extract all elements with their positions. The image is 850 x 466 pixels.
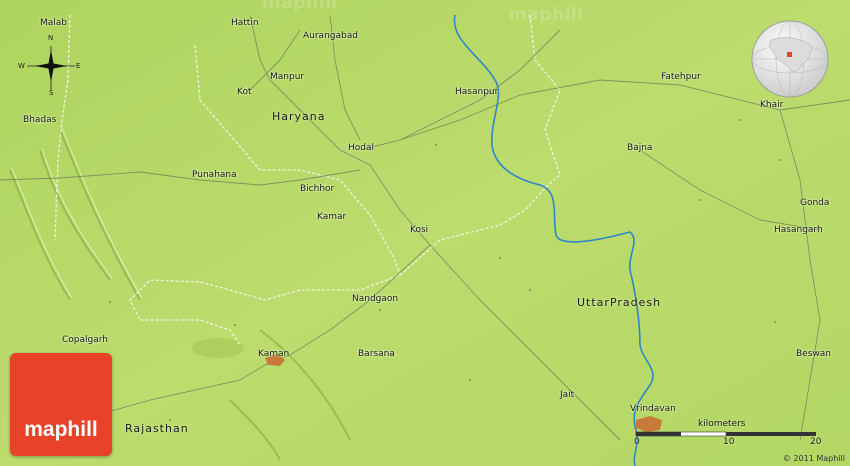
- place-label-gonda: Gonda: [800, 198, 830, 208]
- place-label-nandgaon: Nandgaon: [352, 294, 399, 304]
- copyright-notice: © 2011 Maphill: [782, 454, 845, 463]
- place-label-kaman: Kaman: [258, 349, 290, 359]
- region-label-uttar-pradesh: UttarPradesh: [577, 296, 662, 309]
- compass-south: S: [49, 89, 54, 97]
- compass-north: N: [48, 34, 54, 42]
- place-label-bajna: Bajna: [627, 143, 653, 153]
- place-label-bhadas: Bhadas: [23, 115, 57, 125]
- place-label-bichhor: Bichhor: [300, 184, 335, 194]
- compass-east: E: [76, 62, 81, 70]
- map-canvas[interactable]: maphill maphill Malab Hattin Aurangabad …: [0, 0, 850, 466]
- place-label-hasanpur: Hasanpur: [455, 87, 499, 97]
- place-label-hattin: Hattin: [231, 18, 259, 28]
- compass-rose: N S E W: [18, 35, 84, 97]
- scale-tick-20: 20: [810, 437, 822, 447]
- region-label-rajasthan: Rajasthan: [125, 422, 189, 435]
- place-label-manpur: Manpur: [270, 72, 305, 82]
- scale-bar: kilometers 0 10 20: [632, 420, 822, 450]
- place-label-aurangabad: Aurangabad: [303, 31, 358, 41]
- locator-globe: [750, 19, 830, 99]
- globe-icon: [751, 20, 829, 98]
- scale-tick-10: 10: [723, 437, 735, 447]
- compass-icon: [27, 46, 75, 90]
- place-label-barsana: Barsana: [358, 349, 395, 359]
- scale-unit: kilometers: [698, 419, 746, 429]
- watermark: maphill: [262, 0, 338, 13]
- place-label-hodal: Hodal: [348, 143, 375, 153]
- watermark: maphill: [508, 4, 584, 25]
- region-label-haryana: Haryana: [272, 110, 326, 123]
- scale-tick-0: 0: [634, 437, 640, 447]
- place-label-vrindavan: Vrindavan: [630, 404, 676, 414]
- place-label-kosi: Kosi: [410, 225, 429, 235]
- place-label-beswan: Beswan: [796, 349, 831, 359]
- maphill-logo[interactable]: maphill: [10, 353, 112, 456]
- place-label-kamar: Kamar: [317, 212, 347, 222]
- place-label-khair: Khair: [760, 100, 784, 110]
- place-label-copalgarh: Copalgarh: [62, 335, 108, 345]
- place-label-fatehpur: Fatehpur: [661, 72, 701, 82]
- place-label-hasangarh: Hasangarh: [774, 225, 823, 235]
- place-label-malab: Malab: [40, 18, 68, 28]
- place-label-kot: Kot: [237, 87, 252, 97]
- logo-text: maphill: [24, 418, 98, 441]
- place-label-punahana: Punahana: [192, 170, 237, 180]
- compass-west: W: [18, 62, 25, 70]
- place-label-jait: Jait: [560, 390, 575, 400]
